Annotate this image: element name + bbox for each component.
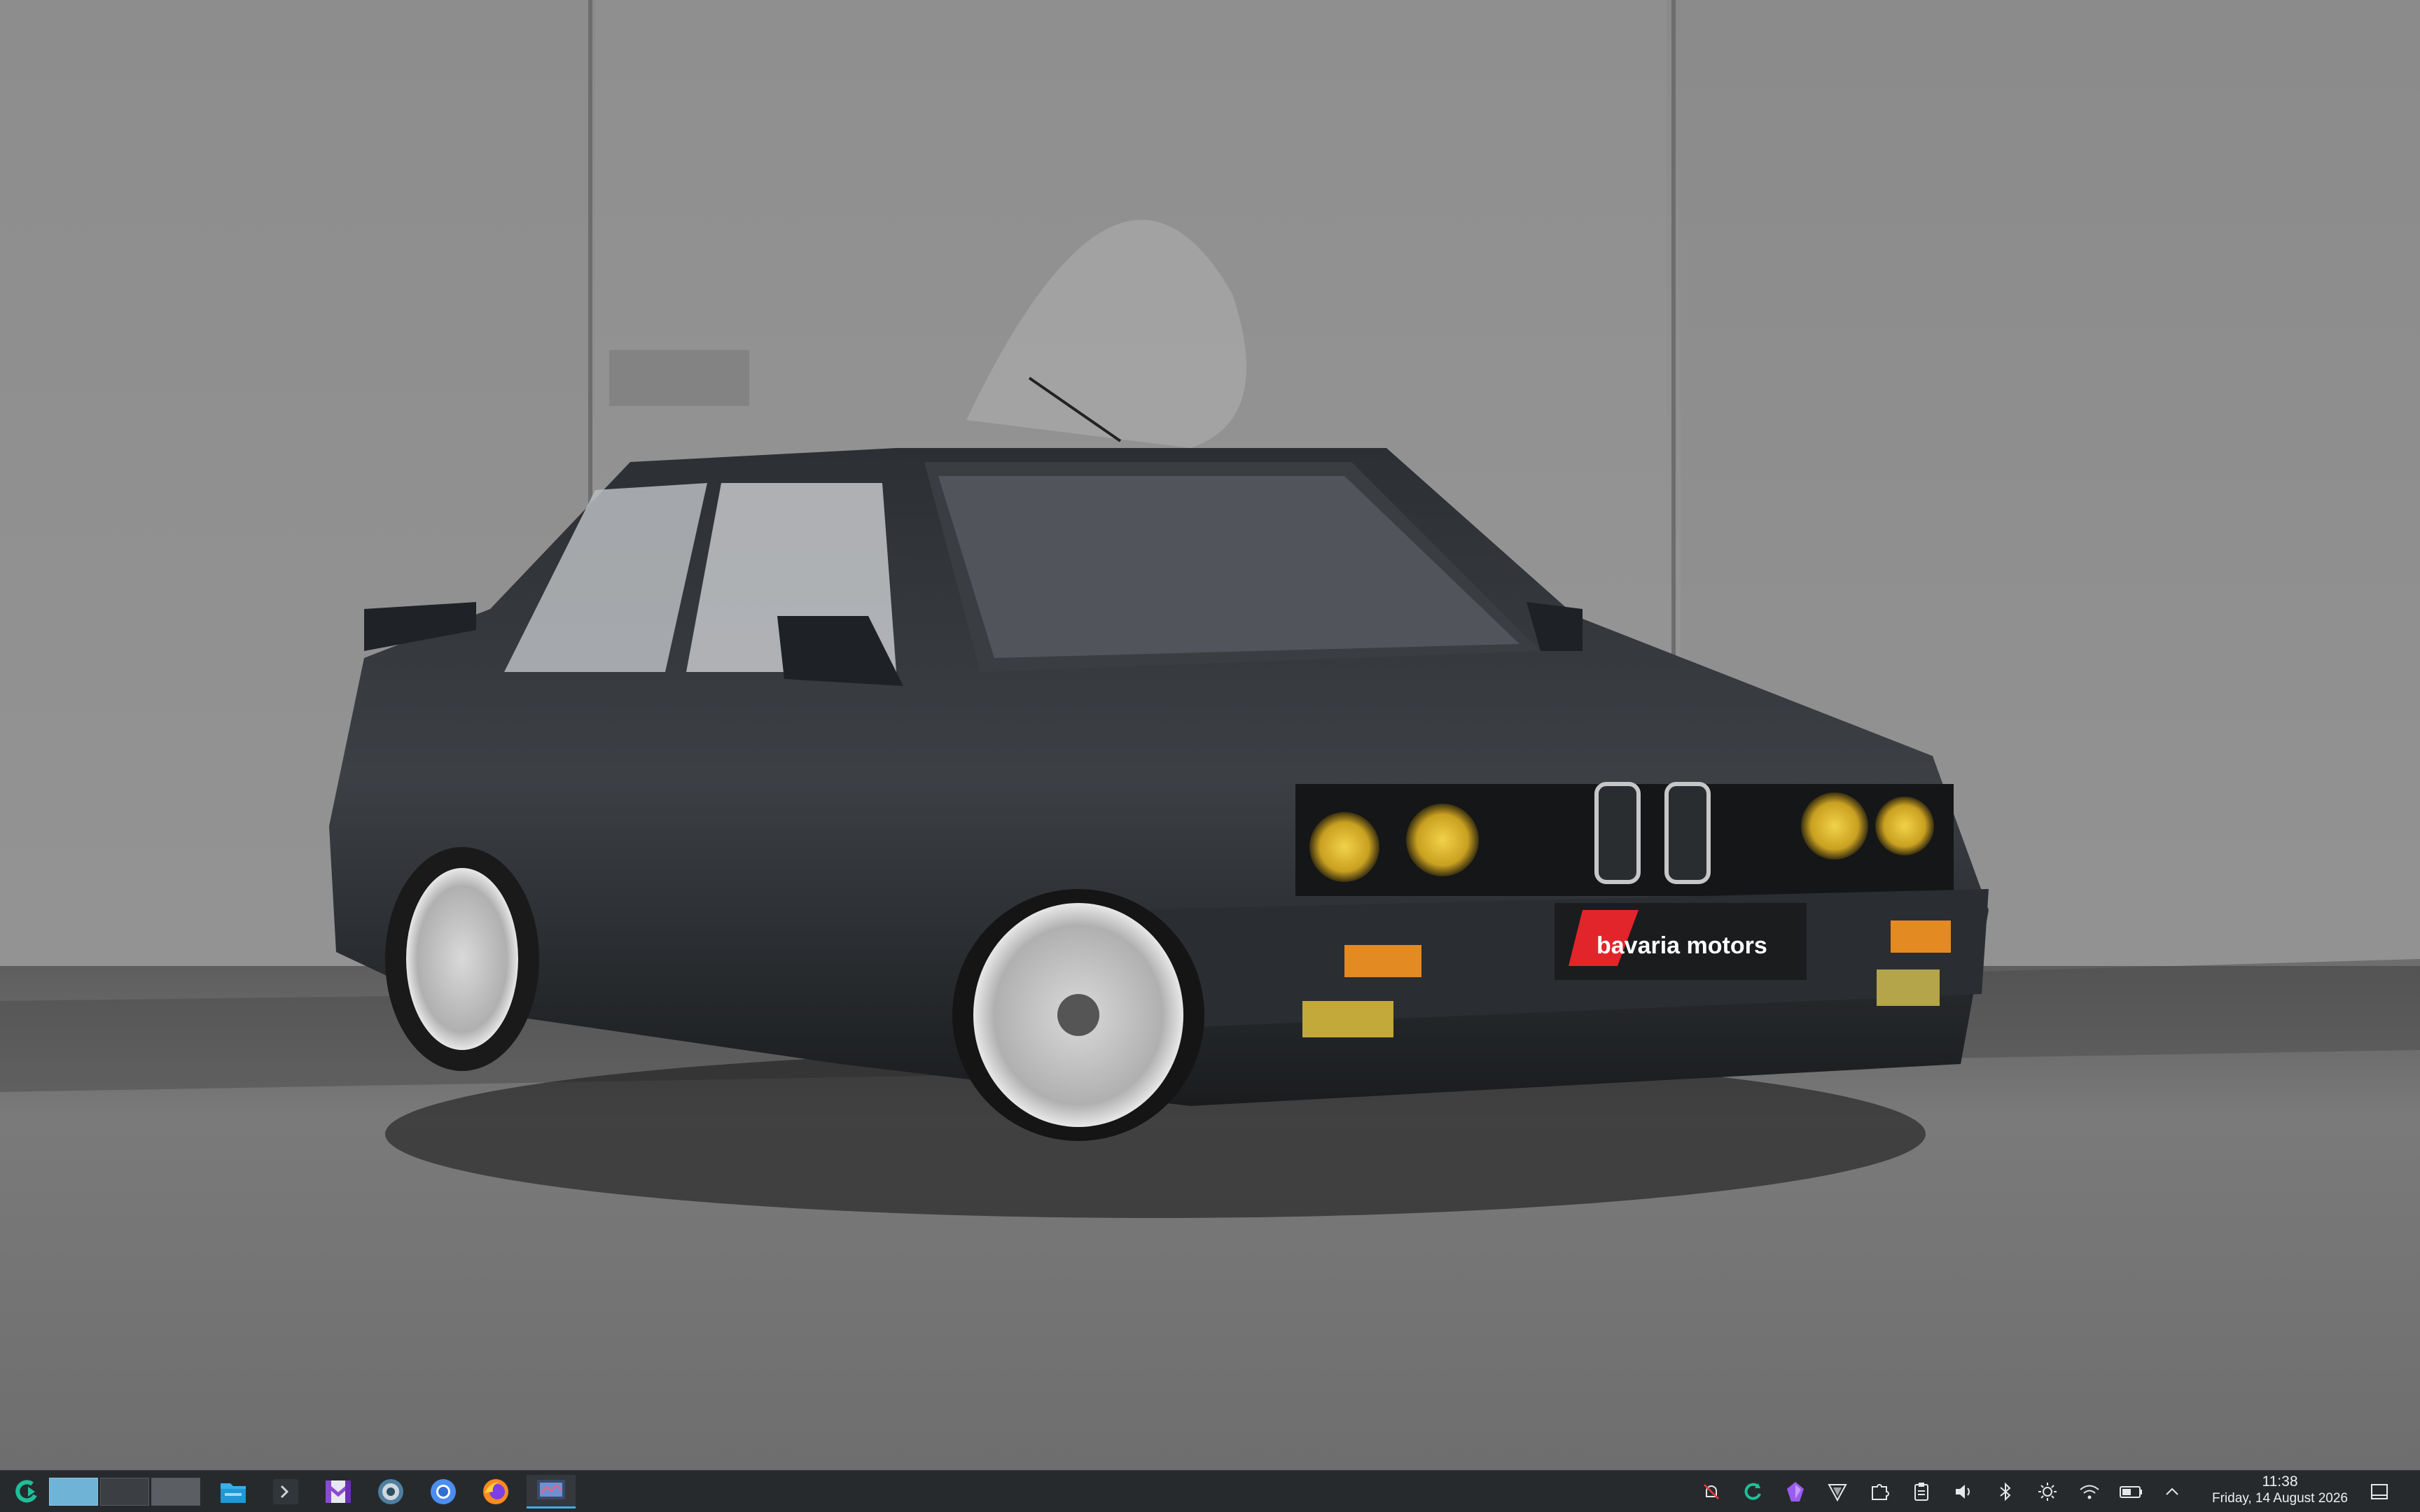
- folder-icon: [221, 1483, 246, 1503]
- task-mail[interactable]: [319, 1475, 358, 1508]
- task-terminal[interactable]: [266, 1475, 305, 1508]
- puzzle-icon: [1872, 1484, 1889, 1500]
- wifi-icon: [2080, 1485, 2099, 1499]
- task-chromium[interactable]: [424, 1475, 463, 1508]
- tray-battery[interactable]: [2118, 1478, 2146, 1506]
- license-plate: bavaria motors: [1555, 903, 1807, 980]
- task-settings-tool[interactable]: [371, 1475, 410, 1508]
- app-launcher-icon: [15, 1480, 37, 1503]
- tray-brightness[interactable]: [2033, 1478, 2061, 1506]
- plate-text: bavaria motors: [1597, 932, 1767, 959]
- vpn-icon: [1828, 1484, 1847, 1502]
- terminal-icon: [273, 1479, 298, 1504]
- tray-vpn[interactable]: [1823, 1478, 1851, 1506]
- tray-notifications[interactable]: [1697, 1478, 1725, 1506]
- taskbar: 11:38 Friday, 14 August 2026: [0, 1470, 2420, 1512]
- gear-globe-icon: [378, 1479, 403, 1504]
- virtual-desktop-pager[interactable]: [49, 1475, 203, 1508]
- tray-puzzle[interactable]: [1865, 1478, 1893, 1506]
- mail-icon: [326, 1480, 351, 1503]
- firefox-icon: [483, 1479, 508, 1504]
- brightness-icon: [2038, 1483, 2057, 1501]
- obsidian-icon: [1787, 1482, 1804, 1502]
- digital-clock[interactable]: 11:38 Friday, 14 August 2026: [2196, 1474, 2364, 1510]
- clock-time: 11:38: [2262, 1474, 2298, 1490]
- volume-icon: [1956, 1485, 1970, 1499]
- refresh-sync-icon: [1744, 1483, 1761, 1500]
- tray-clipboard[interactable]: [1907, 1478, 1935, 1506]
- desktop-3[interactable]: [151, 1478, 200, 1506]
- clipboard-icon: [1914, 1483, 1928, 1501]
- task-system-monitor[interactable]: [527, 1475, 576, 1508]
- bluetooth-icon: [2000, 1482, 2011, 1502]
- show-desktop-button[interactable]: [2365, 1478, 2393, 1506]
- tray-volume[interactable]: [1949, 1478, 1977, 1506]
- tray-expand[interactable]: [2158, 1478, 2186, 1506]
- show-desktop-icon: [2371, 1484, 2388, 1499]
- tray-wifi[interactable]: [2075, 1478, 2103, 1506]
- tray-sync[interactable]: [1739, 1478, 1767, 1506]
- expand-tray-icon: [2166, 1488, 2178, 1495]
- tray-obsidian[interactable]: [1781, 1478, 1809, 1506]
- battery-icon: [2120, 1486, 2142, 1498]
- monitor-icon: [537, 1479, 565, 1499]
- clock-date: Friday, 14 August 2026: [2212, 1491, 2348, 1506]
- desktop-wallpaper: bavaria motors: [0, 0, 2420, 1470]
- tray-bluetooth[interactable]: [1991, 1478, 2019, 1506]
- desktop-2[interactable]: [100, 1478, 149, 1506]
- chromium-icon: [431, 1479, 456, 1504]
- notifications-off-icon: [1704, 1484, 1719, 1499]
- task-file-manager[interactable]: [214, 1475, 253, 1508]
- task-firefox[interactable]: [476, 1475, 515, 1508]
- desktop-1[interactable]: [49, 1478, 98, 1506]
- app-launcher-button[interactable]: [10, 1475, 45, 1508]
